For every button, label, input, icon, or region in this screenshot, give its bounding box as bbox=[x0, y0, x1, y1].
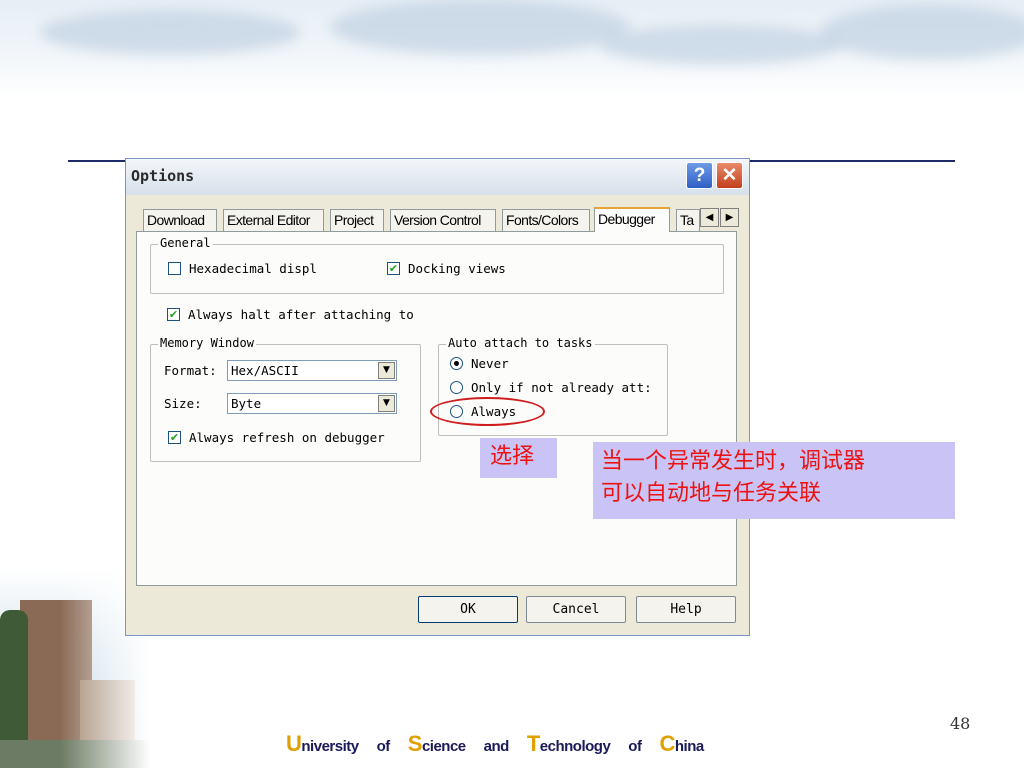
page-number: 48 bbox=[950, 714, 971, 733]
tab-version-control[interactable]: Version Control bbox=[390, 209, 496, 231]
size-select-value: Byte bbox=[231, 396, 262, 411]
tab-external-editor[interactable]: External Editor bbox=[223, 209, 324, 231]
general-group: General Hexadecimal displ ✔ Docking view… bbox=[150, 236, 724, 294]
tab-fonts-colors[interactable]: Fonts/Colors bbox=[502, 209, 590, 231]
scroll-right-icon[interactable]: ▶ bbox=[720, 208, 739, 227]
memory-window-group: Memory Window Format: Hex/ASCII ▼ Size: … bbox=[150, 336, 421, 462]
auto-attach-label: Auto attach to tasks bbox=[446, 336, 595, 350]
hex-display-label: Hexadecimal displ bbox=[189, 261, 317, 276]
always-refresh-label: Always refresh on debugger bbox=[189, 430, 385, 445]
scroll-left-icon[interactable]: ◀ bbox=[700, 208, 719, 227]
radio-never[interactable] bbox=[450, 357, 463, 370]
chevron-down-icon[interactable]: ▼ bbox=[378, 362, 395, 379]
memory-window-label: Memory Window bbox=[158, 336, 256, 350]
cancel-button[interactable]: Cancel bbox=[526, 596, 626, 623]
sky-banner bbox=[0, 0, 1024, 100]
docking-views-label: Docking views bbox=[408, 261, 506, 276]
select-note-text: 选择 bbox=[490, 444, 535, 469]
always-halt-checkbox[interactable]: ✔ bbox=[167, 308, 180, 321]
tab-truncated[interactable]: Ta bbox=[676, 209, 700, 231]
chevron-down-icon[interactable]: ▼ bbox=[378, 395, 395, 412]
highlight-ellipse bbox=[430, 397, 545, 426]
explain-note-line2: 可以自动地与任务关联 bbox=[601, 481, 822, 506]
docking-views-checkbox[interactable]: ✔ bbox=[387, 262, 400, 275]
help-icon[interactable]: ? bbox=[686, 162, 713, 189]
close-icon[interactable]: ✕ bbox=[716, 162, 743, 189]
always-refresh-checkbox[interactable]: ✔ bbox=[168, 431, 181, 444]
general-group-label: General bbox=[158, 236, 213, 250]
tab-scroll-arrows: ◀ ▶ bbox=[700, 208, 740, 228]
help-button[interactable]: Help bbox=[636, 596, 736, 623]
dialog-title: Options bbox=[131, 167, 195, 185]
ok-button[interactable]: OK bbox=[418, 596, 518, 623]
university-footer: University of Science and Technology of China bbox=[286, 731, 704, 756]
format-label: Format: bbox=[164, 363, 217, 378]
hex-display-checkbox[interactable] bbox=[168, 262, 181, 275]
format-select-value: Hex/ASCII bbox=[231, 363, 299, 378]
title-rule-left bbox=[68, 160, 128, 162]
tab-project[interactable]: Project bbox=[330, 209, 384, 231]
size-select[interactable]: Byte ▼ bbox=[227, 393, 397, 414]
always-halt-label: Always halt after attaching to bbox=[188, 307, 414, 322]
format-select[interactable]: Hex/ASCII ▼ bbox=[227, 360, 397, 381]
tab-debugger[interactable]: Debugger bbox=[594, 207, 670, 232]
title-rule-right bbox=[750, 160, 955, 162]
radio-only-if-not-attached[interactable] bbox=[450, 381, 463, 394]
explain-note-line1: 当一个异常发生时，调试器 bbox=[601, 449, 866, 474]
title-bar[interactable]: Options ? ✕ bbox=[126, 159, 749, 195]
tab-download[interactable]: Download bbox=[143, 209, 217, 231]
select-note: 选择 bbox=[480, 438, 557, 478]
radio-never-label: Never bbox=[471, 356, 509, 371]
options-dialog: Options ? ✕ General Hexadecimal displ ✔ … bbox=[125, 158, 750, 636]
explain-note: 当一个异常发生时，调试器 可以自动地与任务关联 bbox=[593, 442, 955, 519]
radio-only-if-label: Only if not already att: bbox=[471, 380, 652, 395]
size-label: Size: bbox=[164, 396, 202, 411]
